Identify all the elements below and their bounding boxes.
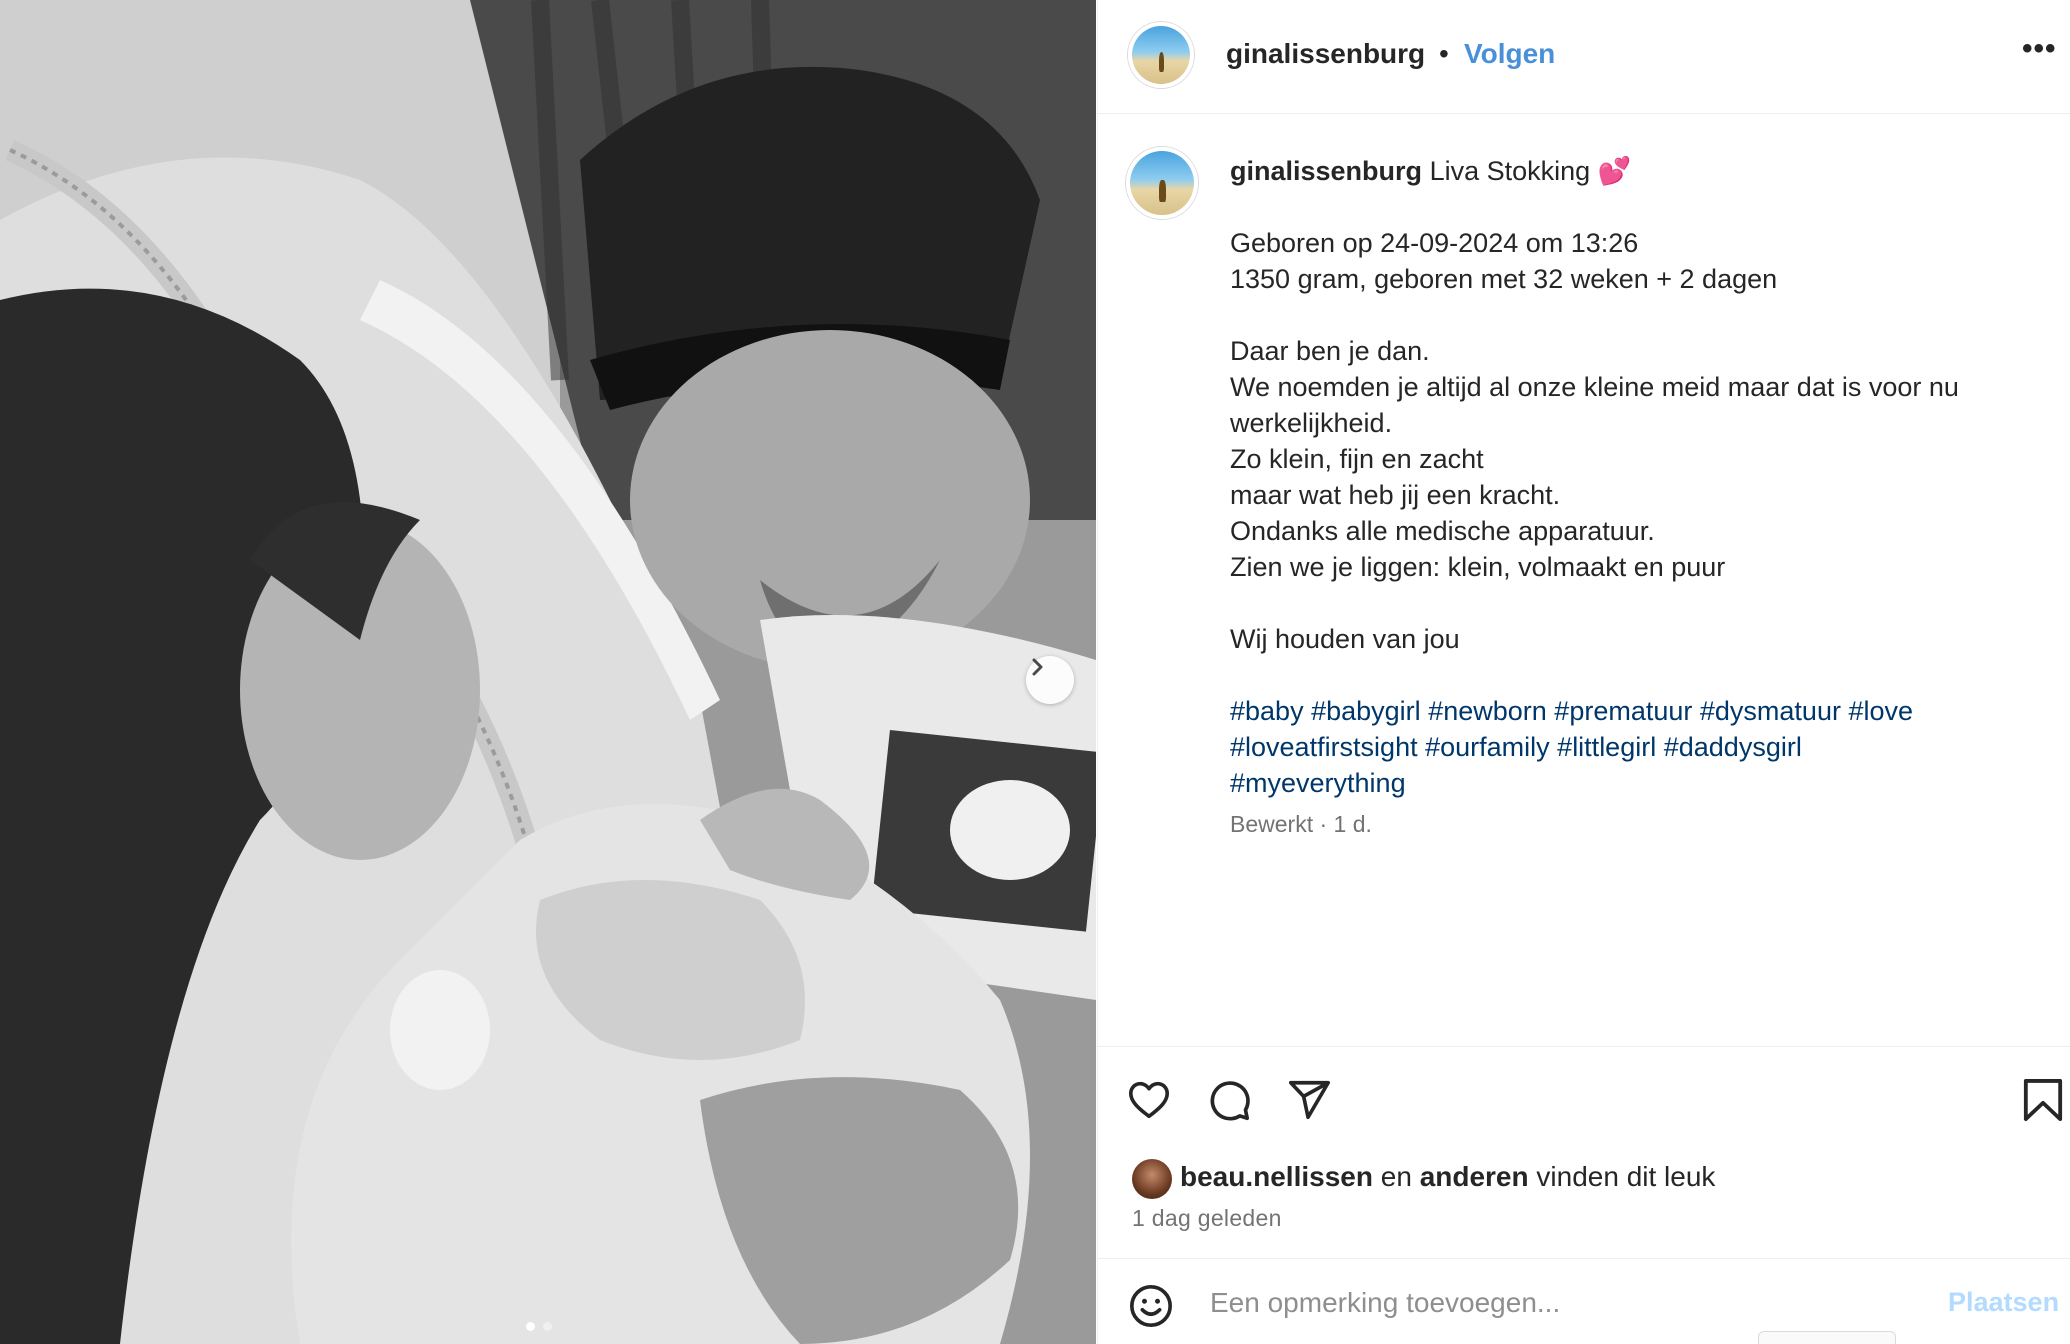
bookmark-icon xyxy=(2023,1078,2063,1121)
heart-icon xyxy=(1128,1081,1170,1119)
post-comment-button[interactable]: Plaatsen xyxy=(1948,1287,2059,1318)
profile-picture xyxy=(1130,151,1194,215)
more-options-icon[interactable]: ••• xyxy=(2022,32,2057,66)
caption-section: ginalissenburg Liva Stokking 💕 Geboren o… xyxy=(1098,115,2070,1045)
header-separator: • xyxy=(1439,38,1449,69)
carousel-dot-active xyxy=(526,1322,535,1331)
hashtag-link[interactable]: #babygirl xyxy=(1311,696,1421,726)
hashtag-link[interactable]: #loveatfirstsight xyxy=(1230,732,1418,762)
hashtag-link[interactable]: #newborn xyxy=(1428,696,1547,726)
header-username[interactable]: ginalissenburg xyxy=(1226,38,1425,70)
comment-bar: Plaatsen xyxy=(1098,1258,2070,1344)
hashtag-link[interactable]: #dysmatuur xyxy=(1700,696,1841,726)
comment-icon xyxy=(1210,1081,1250,1121)
smiley-icon xyxy=(1130,1285,1172,1327)
hashtag-link[interactable]: #myeverything xyxy=(1230,768,1406,798)
send-icon xyxy=(1288,1080,1330,1120)
caption-line: maar wat heb jij een kracht. xyxy=(1230,480,1561,510)
hashtags-line: #myeverything xyxy=(1230,765,2040,801)
carousel-next-button[interactable] xyxy=(1026,656,1074,704)
caption-line: werkelijkheid. xyxy=(1230,408,1393,438)
caption-avatar[interactable] xyxy=(1126,147,1198,219)
likes-connector: en xyxy=(1380,1161,1412,1192)
like-button[interactable] xyxy=(1126,1077,1172,1128)
profile-figure xyxy=(1158,52,1165,73)
share-button[interactable] xyxy=(1286,1077,1332,1128)
caption-line: We noemden je altijd al onze kleine meid… xyxy=(1230,372,1959,402)
hashtags-line: #loveatfirstsight #ourfamily #littlegirl… xyxy=(1230,729,2040,765)
hashtag-link[interactable]: #littlegirl xyxy=(1557,732,1656,762)
post-header: ginalissenburg • Volgen ••• xyxy=(1098,0,2070,114)
emoji-button[interactable] xyxy=(1128,1283,1174,1334)
edited-timestamp: Bewerkt · 1 d. xyxy=(1230,811,1372,837)
hashtag-link[interactable]: #baby xyxy=(1230,696,1304,726)
header-avatar[interactable] xyxy=(1128,22,1194,88)
profile-figure xyxy=(1159,179,1166,203)
caption-line: Geboren op 24-09-2024 om 13:26 xyxy=(1230,228,1639,258)
caption-line: Zo klein, fijn en zacht xyxy=(1230,444,1484,474)
liker-username[interactable]: beau.nellissen xyxy=(1180,1161,1373,1192)
caption-title-emoji: 💕 xyxy=(1597,156,1632,186)
profile-picture xyxy=(1132,26,1190,84)
comment-input[interactable] xyxy=(1210,1283,1930,1323)
post-timestamp[interactable]: 1 dag geleden xyxy=(1132,1205,1282,1232)
carousel-indicator xyxy=(526,1322,552,1331)
scroll-hint xyxy=(1758,1331,1896,1344)
follow-button[interactable]: Volgen xyxy=(1464,38,1555,70)
hashtag-link[interactable]: #prematuur xyxy=(1554,696,1692,726)
likes-suffix: vinden dit leuk xyxy=(1536,1161,1716,1192)
likes-summary: beau.nellissen en anderen vinden dit leu… xyxy=(1180,1161,1715,1193)
action-bar: beau.nellissen en anderen vinden dit leu… xyxy=(1098,1046,2070,1256)
caption-line: Wij houden van jou xyxy=(1230,624,1460,654)
caption-line: Ondanks alle medische apparatuur. xyxy=(1230,516,1655,546)
caption-username[interactable]: ginalissenburg xyxy=(1230,156,1422,186)
carousel-dot xyxy=(543,1322,552,1331)
comment-button[interactable] xyxy=(1206,1077,1252,1128)
post-photo[interactable] xyxy=(0,0,1096,1344)
hashtags-line: #baby #babygirl #newborn #prematuur #dys… xyxy=(1230,693,2040,729)
caption-title: Liva Stokking xyxy=(1429,156,1591,186)
caption-line: Daar ben je dan. xyxy=(1230,336,1430,366)
hashtag-link[interactable]: #daddysgirl xyxy=(1664,732,1802,762)
save-button[interactable] xyxy=(2022,1077,2064,1128)
post-details-panel: ginalissenburg • Volgen ••• ginalissenbu… xyxy=(1097,0,2070,1344)
caption-line: Zien we je liggen: klein, volmaakt en pu… xyxy=(1230,552,1726,582)
chevron-right-icon xyxy=(1032,658,1043,676)
hashtag-link[interactable]: #love xyxy=(1848,696,1913,726)
caption-text: ginalissenburg Liva Stokking 💕 Geboren o… xyxy=(1230,153,2040,801)
likes-others-link[interactable]: anderen xyxy=(1420,1161,1529,1192)
liker-avatar[interactable] xyxy=(1132,1159,1172,1199)
photo-illustration xyxy=(0,0,1096,1344)
caption-line: 1350 gram, geboren met 32 weken + 2 dage… xyxy=(1230,264,1778,294)
hashtag-link[interactable]: #ourfamily xyxy=(1425,732,1550,762)
